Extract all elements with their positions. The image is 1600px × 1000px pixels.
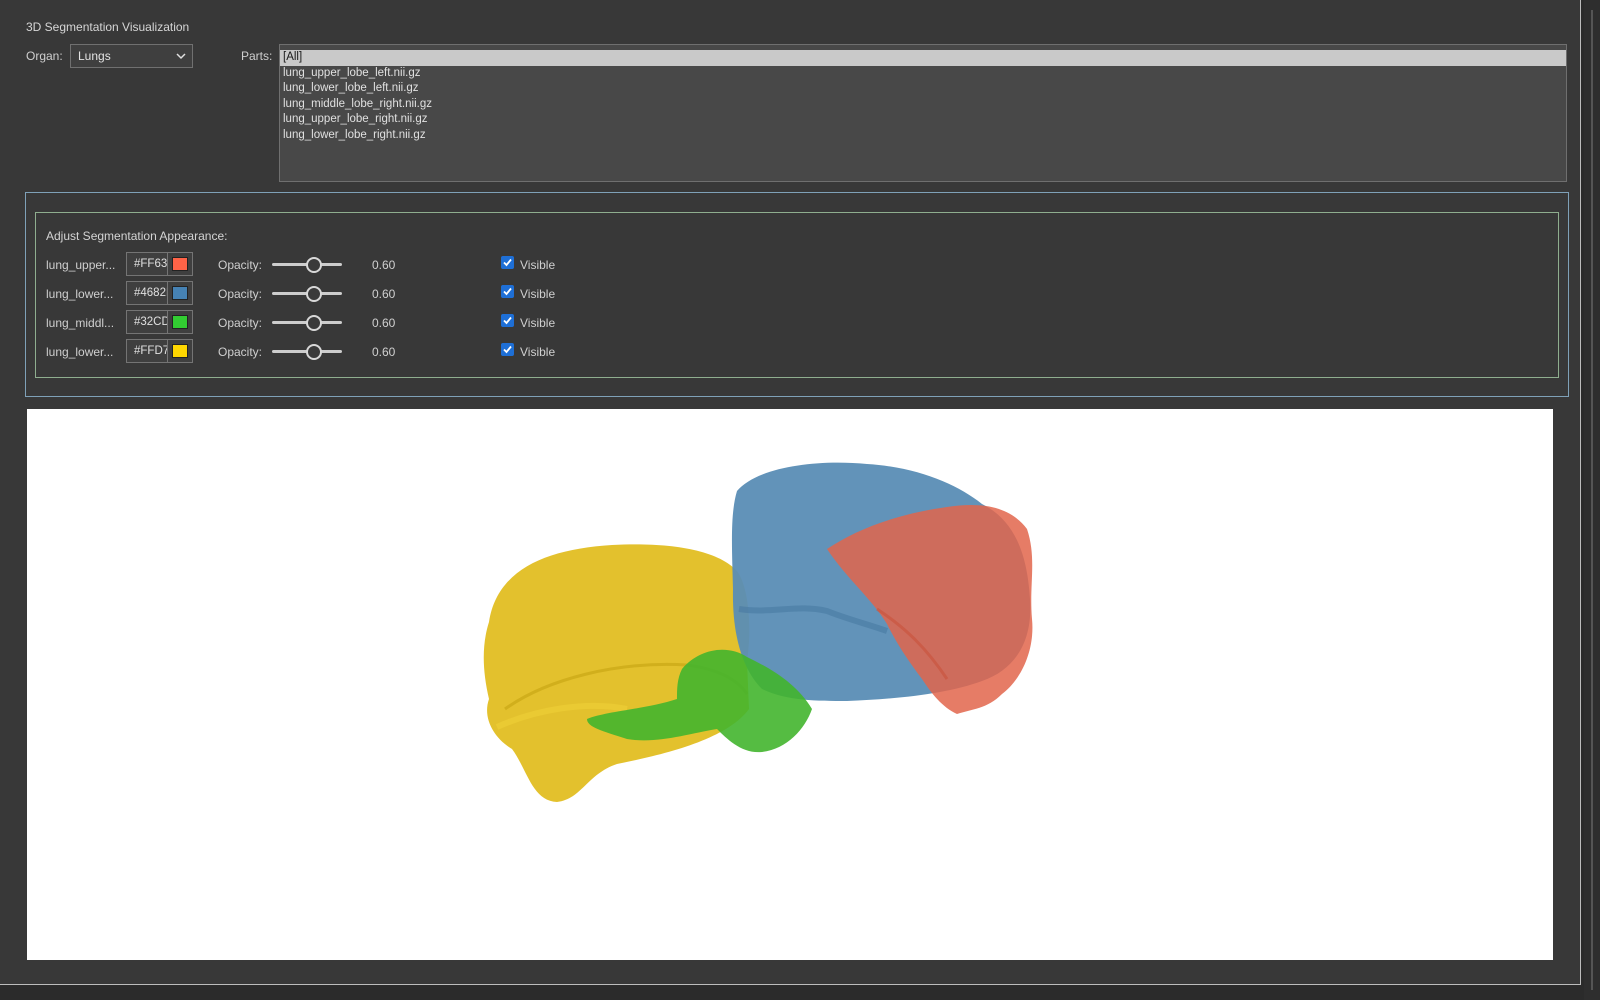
- parts-list-item[interactable]: lung_middle_lobe_right.nii.gz: [280, 97, 1566, 113]
- organ-label: Organ:: [26, 49, 63, 63]
- checkmark-icon: [503, 258, 512, 267]
- opacity-label: Opacity:: [218, 316, 263, 330]
- opacity-value: 0.60: [372, 345, 396, 359]
- parts-listbox[interactable]: [All] lung_upper_lobe_left.nii.gz lung_l…: [279, 44, 1567, 182]
- slider-handle[interactable]: [306, 257, 322, 273]
- segment-row: lung_lower... #4682B4 Opacity: 0.60 Visible: [46, 281, 646, 307]
- checkmark-icon: [503, 316, 512, 325]
- organ-select-value: Lungs: [78, 49, 111, 63]
- parts-list-item[interactable]: lung_upper_lobe_right.nii.gz: [280, 112, 1566, 128]
- color-swatch: [172, 257, 188, 271]
- segment-row: lung_lower... #FFD700 Opacity: 0.60 Visible: [46, 339, 646, 365]
- opacity-slider[interactable]: [272, 284, 342, 302]
- 3d-viewport[interactable]: [27, 409, 1553, 960]
- parts-list-item[interactable]: lung_lower_lobe_left.nii.gz: [280, 81, 1566, 97]
- vertical-scrollbar[interactable]: [1584, 0, 1600, 1000]
- appearance-title: Adjust Segmentation Appearance:: [46, 229, 228, 243]
- segment-row: lung_middl... #32CD32 Opacity: 0.60 Visible: [46, 310, 646, 336]
- segment-name: lung_lower...: [46, 345, 114, 359]
- color-hex-input[interactable]: #FFD700: [126, 339, 168, 363]
- color-picker-button[interactable]: [167, 310, 193, 334]
- lung-segmentation-render: [483, 462, 1033, 802]
- segment-row: lung_upper... #FF6347 Opacity: 0.60 Visible: [46, 252, 646, 278]
- opacity-label: Opacity:: [218, 287, 263, 301]
- color-picker-button[interactable]: [167, 281, 193, 305]
- segment-name: lung_upper...: [46, 258, 116, 272]
- visible-label: Visible: [520, 345, 556, 359]
- opacity-label: Opacity:: [218, 345, 263, 359]
- checkmark-icon: [503, 345, 512, 354]
- color-hex-input[interactable]: #32CD32: [126, 310, 168, 334]
- checkmark-icon: [503, 287, 512, 296]
- organ-select[interactable]: Lungs: [70, 44, 193, 68]
- app-title: 3D Segmentation Visualization: [26, 20, 190, 34]
- segment-name: lung_lower...: [46, 287, 114, 301]
- visible-checkbox[interactable]: [501, 256, 514, 269]
- visible-label: Visible: [520, 316, 556, 330]
- visible-checkbox[interactable]: [501, 343, 514, 356]
- app-window: 3D Segmentation Visualization Organ: Lun…: [0, 0, 1581, 985]
- visible-label: Visible: [520, 287, 556, 301]
- slider-handle[interactable]: [306, 315, 322, 331]
- chevron-down-icon: [176, 53, 186, 60]
- parts-list-item[interactable]: lung_upper_lobe_left.nii.gz: [280, 66, 1566, 82]
- slider-handle[interactable]: [306, 286, 322, 302]
- opacity-slider[interactable]: [272, 255, 342, 273]
- opacity-value: 0.60: [372, 258, 396, 272]
- opacity-slider[interactable]: [272, 313, 342, 331]
- color-hex-input[interactable]: #4682B4: [126, 281, 168, 305]
- parts-list-item[interactable]: lung_lower_lobe_right.nii.gz: [280, 128, 1566, 144]
- visible-checkbox[interactable]: [501, 285, 514, 298]
- segment-name: lung_middl...: [46, 316, 115, 330]
- color-picker-button[interactable]: [167, 339, 193, 363]
- color-hex-input[interactable]: #FF6347: [126, 252, 168, 276]
- color-picker-button[interactable]: [167, 252, 193, 276]
- slider-handle[interactable]: [306, 344, 322, 360]
- visible-checkbox[interactable]: [501, 314, 514, 327]
- parts-list-item[interactable]: [All]: [280, 50, 1566, 66]
- color-swatch: [172, 286, 188, 300]
- visible-label: Visible: [520, 258, 556, 272]
- color-swatch: [172, 315, 188, 329]
- parts-label: Parts:: [241, 49, 273, 63]
- opacity-label: Opacity:: [218, 258, 263, 272]
- opacity-slider[interactable]: [272, 342, 342, 360]
- color-swatch: [172, 344, 188, 358]
- opacity-value: 0.60: [372, 287, 396, 301]
- opacity-value: 0.60: [372, 316, 396, 330]
